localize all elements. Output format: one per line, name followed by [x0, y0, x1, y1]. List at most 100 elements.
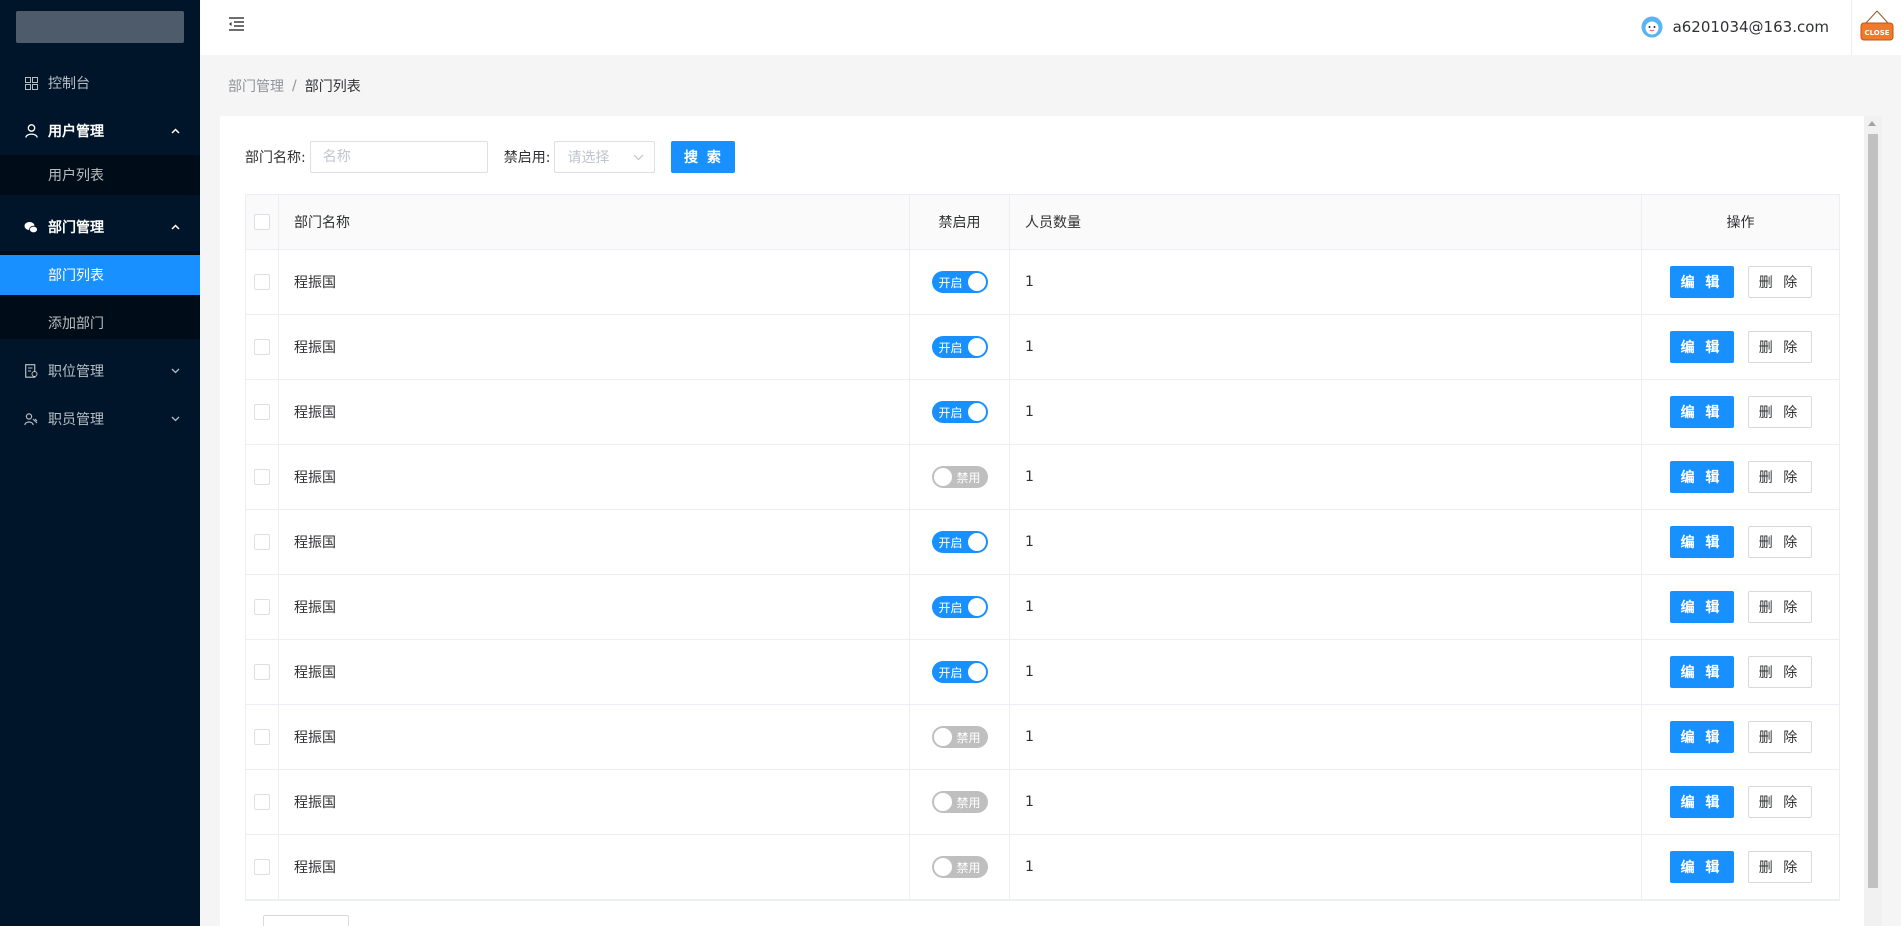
- row-checkbox[interactable]: [254, 404, 270, 420]
- delete-button[interactable]: 删 除: [1747, 396, 1812, 428]
- status-toggle[interactable]: 禁用: [931, 856, 988, 878]
- scrollbar-thumb[interactable]: [1868, 134, 1878, 888]
- user-menu[interactable]: a6201034@163.com: [1641, 12, 1829, 42]
- edit-button[interactable]: 编 辑: [1669, 721, 1734, 753]
- edit-button[interactable]: 编 辑: [1669, 656, 1734, 688]
- member-count-cell: 1: [1010, 315, 1642, 379]
- row-checkbox[interactable]: [254, 859, 270, 875]
- department-name-input[interactable]: [309, 141, 488, 173]
- row-checkbox[interactable]: [254, 534, 270, 550]
- edit-button[interactable]: 编 辑: [1669, 786, 1734, 818]
- sidebar-item-dashboard[interactable]: 控制台: [0, 59, 200, 107]
- user-email: a6201034@163.com: [1672, 18, 1829, 36]
- sidebar-item-user-list[interactable]: 用户列表: [0, 155, 200, 195]
- breadcrumb-parent[interactable]: 部门管理: [228, 76, 284, 96]
- delete-button[interactable]: 删 除: [1747, 786, 1812, 818]
- status-toggle[interactable]: 开启: [931, 596, 988, 618]
- toggle-knob: [933, 728, 952, 746]
- status-select[interactable]: 请选择: [554, 141, 656, 173]
- menu-fold-button[interactable]: [228, 16, 248, 36]
- delete-button[interactable]: 删 除: [1747, 526, 1812, 558]
- row-checkbox[interactable]: [254, 274, 270, 290]
- status-toggle-label: 开启: [938, 406, 963, 420]
- delete-button[interactable]: 删 除: [1747, 266, 1812, 298]
- row-checkbox[interactable]: [254, 729, 270, 745]
- avatar: [1641, 16, 1663, 38]
- select-all-checkbox[interactable]: [254, 214, 270, 230]
- close-button[interactable]: CLOSE: [1851, 0, 1901, 55]
- row-checkbox[interactable]: [254, 469, 270, 485]
- breadcrumb-current: 部门列表: [304, 79, 361, 95]
- edit-button[interactable]: 编 辑: [1669, 526, 1734, 558]
- sidebar-item-department-list[interactable]: 部门列表: [0, 255, 200, 295]
- delete-button[interactable]: 删 除: [1747, 721, 1812, 753]
- sidebar-item-add-department[interactable]: 添加部门: [0, 303, 200, 343]
- delete-button[interactable]: 删 除: [1747, 461, 1812, 493]
- column-header-count: 人员数量: [1010, 195, 1642, 249]
- table-body: 程振国 开启 1 编 辑删 除程振国 开启 1 编 辑删 除程振国 开启 1 编 辑删 除程振国禁…: [246, 250, 1839, 900]
- table-row: 程振国 开启 1 编 辑删 除: [246, 510, 1839, 575]
- department-name-cell: 程振国: [279, 250, 910, 314]
- pagination-button[interactable]: [263, 915, 349, 926]
- row-checkbox[interactable]: [254, 599, 270, 615]
- delete-button[interactable]: 删 除: [1747, 656, 1812, 688]
- delete-button[interactable]: 删 除: [1747, 331, 1812, 363]
- edit-button[interactable]: 编 辑: [1669, 461, 1734, 493]
- table-row: 程振国 禁用 1 编 辑删 除: [246, 835, 1839, 900]
- status-toggle-label: 开启: [938, 536, 963, 550]
- delete-button[interactable]: 删 除: [1747, 591, 1812, 623]
- status-toggle-label: 禁用: [956, 796, 981, 810]
- logo: [16, 11, 184, 43]
- menu-fold-icon: [228, 16, 245, 35]
- toggle-knob: [967, 403, 986, 421]
- status-toggle-label: 禁用: [956, 861, 981, 875]
- close-sign-icon: CLOSE: [1860, 10, 1893, 40]
- delete-button[interactable]: 删 除: [1747, 851, 1812, 883]
- edit-button[interactable]: 编 辑: [1669, 266, 1734, 298]
- chevron-up-icon: [170, 222, 180, 232]
- edit-button[interactable]: 编 辑: [1669, 851, 1734, 883]
- row-checkbox[interactable]: [254, 339, 270, 355]
- status-toggle[interactable]: 禁用: [931, 466, 988, 488]
- sidebar-item-department-management[interactable]: 部门管理: [0, 203, 200, 251]
- department-name-cell: 程振国: [279, 705, 910, 769]
- edit-button[interactable]: 编 辑: [1669, 396, 1734, 428]
- toggle-knob: [933, 793, 952, 811]
- toggle-knob: [933, 858, 952, 876]
- member-count-cell: 1: [1010, 575, 1642, 639]
- row-checkbox[interactable]: [254, 794, 270, 810]
- search-button[interactable]: 搜 索: [671, 141, 736, 173]
- status-toggle[interactable]: 开启: [931, 336, 988, 358]
- sidebar-item-staff-management[interactable]: 职员管理: [0, 395, 200, 443]
- breadcrumb-separator: /: [292, 78, 297, 94]
- member-count-cell: 1: [1010, 380, 1642, 444]
- status-toggle-label: 开启: [938, 601, 963, 615]
- department-name-label: 部门名称:: [245, 150, 306, 166]
- status-toggle[interactable]: 禁用: [931, 726, 988, 748]
- status-toggle[interactable]: 开启: [931, 531, 988, 553]
- department-name-cell: 程振国: [279, 770, 910, 834]
- department-name-cell: 程振国: [279, 575, 910, 639]
- sidebar-item-user-management[interactable]: 用户管理: [0, 107, 200, 155]
- status-toggle-label: 开启: [938, 276, 963, 290]
- sidebar-item-position-management[interactable]: 职位管理: [0, 347, 200, 395]
- edit-button[interactable]: 编 辑: [1669, 331, 1734, 363]
- row-checkbox[interactable]: [254, 664, 270, 680]
- toggle-knob: [967, 533, 986, 551]
- user-icon: [24, 124, 38, 138]
- table-row: 程振国 开启 1 编 辑删 除: [246, 380, 1839, 445]
- chevron-up-icon: [170, 126, 180, 136]
- table-row: 程振国 禁用 1 编 辑删 除: [246, 705, 1839, 770]
- sidebar-item-label: 控制台: [48, 76, 90, 92]
- status-toggle[interactable]: 开启: [931, 661, 988, 683]
- sidebar-item-label: 用户管理: [48, 124, 104, 140]
- member-count-cell: 1: [1010, 510, 1642, 574]
- chevron-down-icon: [170, 366, 180, 376]
- edit-button[interactable]: 编 辑: [1669, 591, 1734, 623]
- status-toggle[interactable]: 开启: [931, 401, 988, 423]
- scroll-up-arrow-icon[interactable]: [1868, 121, 1876, 126]
- status-toggle[interactable]: 开启: [931, 271, 988, 293]
- sidebar-item-label: 添加部门: [48, 316, 104, 332]
- status-toggle[interactable]: 禁用: [931, 791, 988, 813]
- table-row: 程振国 开启 1 编 辑删 除: [246, 575, 1839, 640]
